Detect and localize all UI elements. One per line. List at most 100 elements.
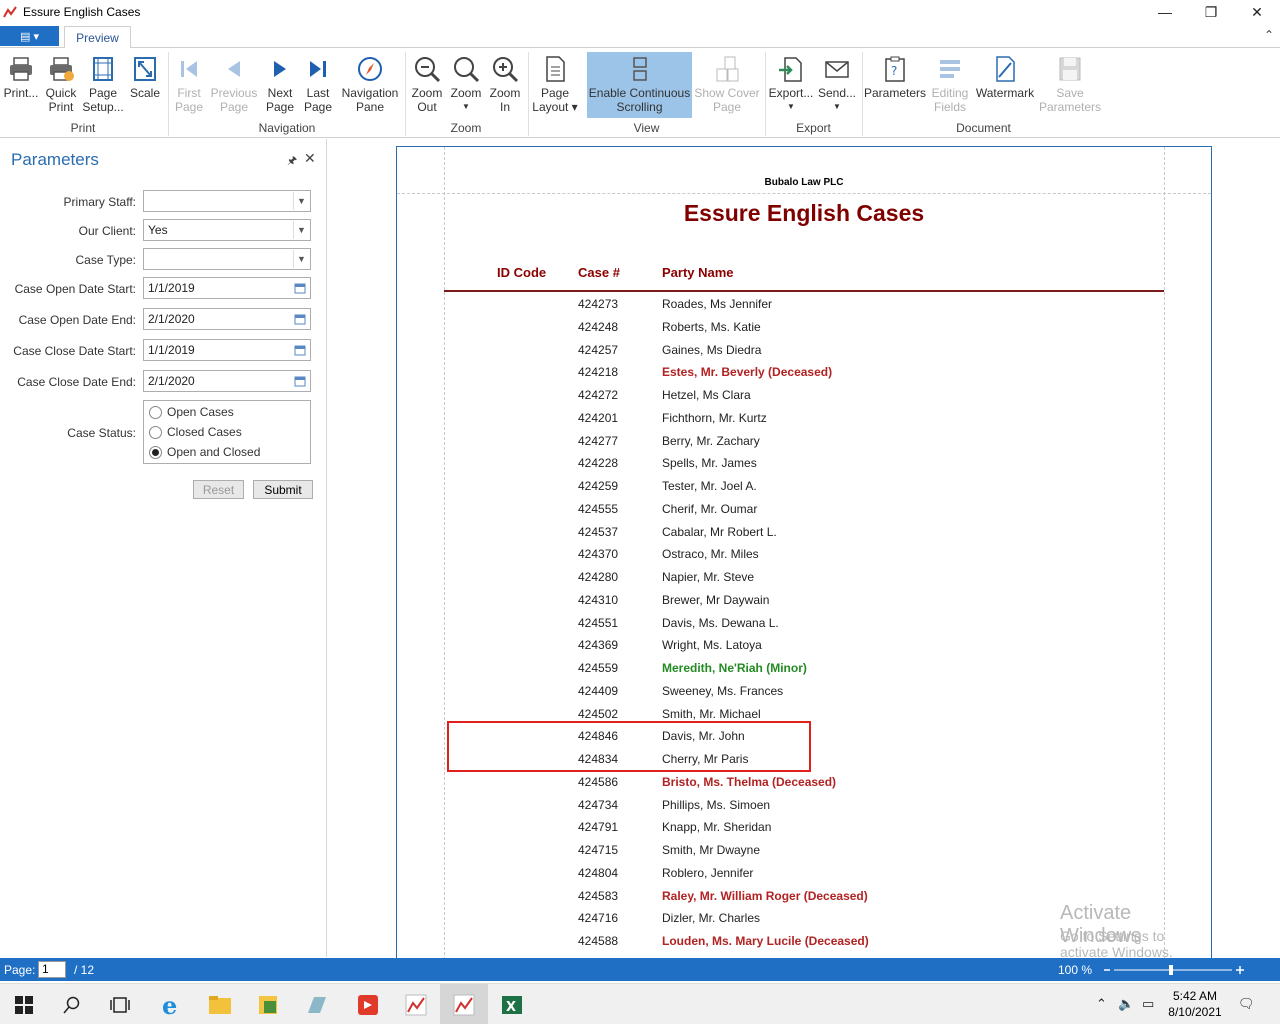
party-name: Smith, Mr. Michael xyxy=(662,706,761,721)
ribbon-collapse-icon[interactable]: ⌃ xyxy=(1264,28,1274,42)
report-row: 424310 Brewer, Mr Daywain xyxy=(397,593,1211,616)
document-preview-area[interactable]: Bubalo Law PLC Essure English Cases ID C… xyxy=(328,139,1280,966)
case-open-date-start-label: Case Open Date Start: xyxy=(14,282,136,296)
ribbon-separator xyxy=(168,52,169,136)
calendar-icon[interactable] xyxy=(291,372,309,390)
first-page-button[interactable]: First Page xyxy=(172,52,206,118)
pin-icon[interactable]: 🖈 xyxy=(287,152,297,171)
restore-button[interactable]: ❐ xyxy=(1188,0,1234,24)
case-number: 424369 xyxy=(578,638,619,653)
search-button[interactable] xyxy=(48,984,96,1024)
taskbar-app-4[interactable] xyxy=(392,984,440,1024)
radio-button[interactable] xyxy=(149,405,162,419)
case-close-date-end-field[interactable]: 2/1/2020 xyxy=(143,370,311,392)
our-client-value: Yes xyxy=(148,223,168,237)
clock[interactable]: 5:42 AM 8/10/2021 xyxy=(1166,988,1224,1020)
ribbon-separator xyxy=(405,52,406,136)
reset-button[interactable]: Reset xyxy=(193,480,244,499)
case-number: 424588 xyxy=(578,934,619,948)
taskbar-internet-explorer[interactable]: e xyxy=(148,984,196,1024)
quick-print-button[interactable]: Quick Print xyxy=(42,52,80,118)
save-parameters-button[interactable]: Save Parameters xyxy=(1038,52,1102,118)
clipboard-question-icon: ? xyxy=(883,52,907,86)
print-button[interactable]: Print... xyxy=(2,52,40,118)
radio-open-and-closed[interactable]: Open and Closed xyxy=(149,445,260,459)
submit-button[interactable]: Submit xyxy=(253,480,313,499)
case-number: 424555 xyxy=(578,501,619,516)
taskbar-app-1[interactable] xyxy=(244,984,292,1024)
radio-open-cases-label: Open Cases xyxy=(167,405,234,419)
chevron-down-icon[interactable]: ▼ xyxy=(293,221,309,239)
zoom-out-button[interactable]: Zoom Out xyxy=(409,52,445,118)
editing-fields-button[interactable]: Editing Fields xyxy=(927,52,973,118)
task-view-button[interactable] xyxy=(96,984,144,1024)
party-name: Ostraco, Mr. Miles xyxy=(662,547,759,562)
previous-page-button[interactable]: Previous Page xyxy=(208,52,260,118)
network-icon[interactable]: ▭ xyxy=(1142,996,1154,1012)
page-setup-button[interactable]: Page Setup... xyxy=(82,52,124,118)
radio-button-selected[interactable] xyxy=(149,445,162,459)
chevron-up-icon[interactable]: ⌃ xyxy=(1096,996,1107,1012)
page-setup-label: Page Setup... xyxy=(82,86,124,114)
primary-staff-select[interactable]: ▼ xyxy=(143,190,311,212)
continuous-scrolling-button[interactable]: Enable Continuous Scrolling xyxy=(587,52,692,118)
taskbar-excel[interactable]: X xyxy=(488,984,536,1024)
our-client-select[interactable]: Yes ▼ xyxy=(143,219,311,241)
report-row: 424201 Fichthorn, Mr. Kurtz xyxy=(397,411,1211,434)
quick-print-label: Quick Print xyxy=(45,86,77,114)
zoom-in-button[interactable]: Zoom In xyxy=(487,52,523,118)
page-number-input[interactable]: 1 xyxy=(38,961,66,978)
zoom-button[interactable]: Zoom ▼ xyxy=(448,52,484,118)
close-icon[interactable]: ✕ xyxy=(304,150,316,167)
case-number: 424559 xyxy=(578,661,619,675)
export-icon xyxy=(777,52,805,86)
calendar-icon[interactable] xyxy=(291,279,309,297)
zoom-slider[interactable] xyxy=(1100,962,1246,978)
group-navigation-label: Navigation xyxy=(258,121,316,135)
watermark-button[interactable]: Watermark xyxy=(975,52,1035,118)
radio-closed-cases-label: Closed Cases xyxy=(167,425,242,439)
case-open-date-end-label: Case Open Date End: xyxy=(18,313,136,327)
radio-closed-cases[interactable]: Closed Cases xyxy=(149,425,242,439)
radio-open-cases[interactable]: Open Cases xyxy=(149,405,234,419)
case-close-date-start-value: 1/1/2019 xyxy=(148,343,195,357)
taskbar-app-3[interactable] xyxy=(344,984,392,1024)
case-close-date-start-field[interactable]: 1/1/2019 xyxy=(143,339,311,361)
case-type-select[interactable]: ▼ xyxy=(143,248,311,270)
send-button[interactable]: Send... ▼ xyxy=(815,52,859,118)
show-cover-page-button[interactable]: Show Cover Page xyxy=(694,52,760,118)
radio-button[interactable] xyxy=(149,425,162,439)
next-page-button[interactable]: Next Page xyxy=(262,52,298,118)
export-button[interactable]: Export... ▼ xyxy=(768,52,814,118)
case-open-date-end-field[interactable]: 2/1/2020 xyxy=(143,308,311,330)
case-number: 424280 xyxy=(578,570,619,584)
case-open-date-start-field[interactable]: 1/1/2019 xyxy=(143,277,311,299)
notification-icon[interactable]: 🗨 xyxy=(1238,996,1255,1012)
parameters-button[interactable]: ? Parameters xyxy=(864,52,926,118)
calendar-icon[interactable] xyxy=(291,341,309,359)
start-button[interactable] xyxy=(0,984,48,1024)
internet-explorer-icon: e xyxy=(162,993,177,1017)
tab-preview[interactable]: Preview xyxy=(64,26,131,49)
chevron-down-icon[interactable]: ▼ xyxy=(293,192,309,210)
radio-open-and-closed-label: Open and Closed xyxy=(167,445,261,459)
calendar-icon[interactable] xyxy=(291,310,309,328)
last-page-button[interactable]: Last Page xyxy=(300,52,336,118)
speaker-icon[interactable]: 🔈 xyxy=(1118,996,1134,1012)
taskbar-app-5-active[interactable] xyxy=(440,984,488,1024)
file-menu-button[interactable]: ▤ ▾ xyxy=(0,26,59,46)
scale-button[interactable]: Scale xyxy=(126,52,164,118)
party-name: Bristo, Ms. Thelma (Deceased) xyxy=(662,774,837,789)
minimize-button[interactable]: — xyxy=(1142,0,1188,24)
navigation-pane-button[interactable]: Navigation Pane xyxy=(338,52,402,118)
chevron-down-icon[interactable]: ▼ xyxy=(293,250,309,268)
taskbar-file-explorer[interactable] xyxy=(196,984,244,1024)
group-view-label: View xyxy=(633,121,660,135)
taskbar-app-2[interactable] xyxy=(292,984,340,1024)
page-layout-button[interactable]: Page Layout ▾ xyxy=(531,52,579,118)
case-number: 424716 xyxy=(578,911,619,926)
zoom-out-label: Zoom Out xyxy=(411,86,443,114)
app-icon xyxy=(3,6,17,18)
chart-app-icon xyxy=(453,994,475,1015)
close-window-button[interactable]: ✕ xyxy=(1234,0,1280,24)
